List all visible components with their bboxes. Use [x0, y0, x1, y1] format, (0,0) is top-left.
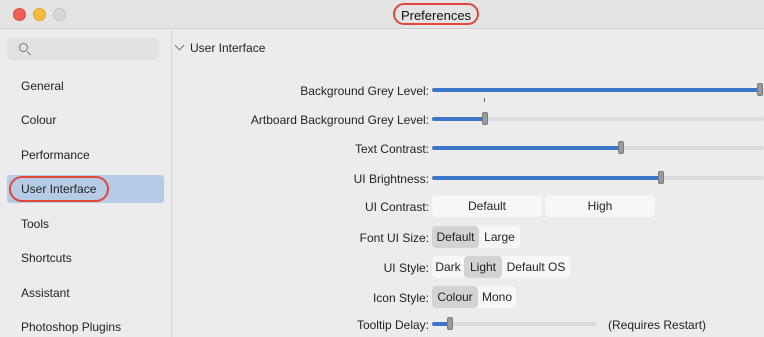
section-title: User Interface [190, 41, 266, 55]
title-highlight-ring: Preferences [393, 3, 479, 25]
background-grey-level-label: Background Grey Level: [300, 84, 429, 98]
chevron-down-icon[interactable] [174, 40, 185, 51]
sidebar-item-label: Photoshop Plugins [21, 320, 122, 334]
slider-thumb[interactable] [757, 83, 763, 96]
search-icon [19, 43, 28, 52]
ui-style-light-option[interactable]: Light [464, 256, 502, 278]
requires-restart-note: (Requires Restart) [608, 318, 707, 332]
slider-thumb[interactable] [618, 141, 624, 154]
slider-tick [484, 98, 485, 102]
option-label: Colour [437, 290, 473, 304]
sidebar-item-assistant[interactable]: Assistant [7, 279, 164, 307]
ui-contrast-high-button[interactable]: High [545, 195, 655, 217]
slider-fill [432, 146, 621, 150]
tooltip-delay-slider[interactable] [432, 317, 597, 331]
slider-thumb[interactable] [482, 112, 488, 125]
button-label: Default [467, 199, 507, 213]
font-ui-size-default-option[interactable]: Default [432, 226, 479, 248]
sidebar-item-colour[interactable]: Colour [7, 106, 164, 134]
font-ui-size-segmented-control: Default Large [432, 226, 520, 248]
button-label: High [587, 199, 613, 213]
sidebar-item-label: Shortcuts [21, 251, 72, 265]
ui-style-dark-option[interactable]: Dark [432, 256, 464, 278]
ui-contrast-default-button[interactable]: Default [432, 195, 542, 217]
icon-style-label: Icon Style: [372, 291, 429, 305]
font-ui-size-large-option[interactable]: Large [479, 226, 520, 248]
close-window-button[interactable] [13, 8, 26, 21]
sidebar-item-shortcuts[interactable]: Shortcuts [7, 244, 164, 272]
sidebar-item-photoshop-plugins[interactable]: Photoshop Plugins [7, 313, 164, 337]
sidebar-item-tools[interactable]: Tools [7, 210, 164, 238]
artboard-background-grey-level-label: Artboard Background Grey Level: [250, 113, 429, 127]
icon-style-mono-option[interactable]: Mono [478, 286, 516, 308]
option-label: Default [436, 230, 475, 244]
font-ui-size-label: Font UI Size: [359, 231, 429, 245]
slider-fill [432, 176, 661, 180]
sidebar-item-label: Assistant [21, 286, 70, 300]
preferences-panel: User Interface Background Grey Level: Ar… [173, 30, 764, 337]
search-input[interactable] [7, 38, 159, 60]
slider-fill [432, 88, 761, 92]
window-title: Preferences [400, 8, 472, 23]
slider-thumb[interactable] [658, 171, 664, 184]
text-contrast-slider[interactable] [432, 141, 764, 155]
sidebar-item-general[interactable]: General [7, 72, 164, 100]
sidebar-item-label: General [21, 79, 64, 93]
sidebar-item-label: User Interface [21, 182, 97, 196]
ui-style-label: UI Style: [383, 261, 429, 275]
tooltip-delay-label: Tooltip Delay: [356, 318, 429, 332]
slider-fill [432, 117, 485, 121]
ui-style-segmented-control: Dark Light Default OS [432, 256, 570, 278]
text-contrast-label: Text Contrast: [354, 142, 429, 156]
option-label: Mono [481, 290, 513, 304]
background-grey-level-slider[interactable] [432, 83, 764, 102]
sidebar-item-label: Performance [21, 148, 90, 162]
option-label: Dark [435, 260, 461, 274]
ui-brightness-slider[interactable] [432, 171, 764, 185]
sidebar-item-user-interface[interactable]: User Interface [7, 175, 164, 203]
ui-style-default-os-option[interactable]: Default OS [502, 256, 570, 278]
icon-style-segmented-control: Colour Mono [432, 286, 516, 308]
option-label: Light [469, 260, 497, 274]
slider-track [432, 322, 597, 326]
sidebar: General Colour Performance User Interfac… [0, 30, 172, 337]
sidebar-item-label: Tools [21, 217, 50, 231]
option-label: Default OS [506, 260, 566, 274]
sidebar-item-performance[interactable]: Performance [7, 141, 164, 169]
zoom-window-button[interactable] [53, 8, 66, 21]
sidebar-item-label: Colour [21, 113, 57, 127]
icon-style-colour-option[interactable]: Colour [432, 286, 478, 308]
minimize-window-button[interactable] [33, 8, 46, 21]
option-label: Large [484, 230, 515, 244]
artboard-background-grey-level-slider[interactable] [432, 112, 764, 126]
title-bar: Preferences [0, 0, 764, 29]
ui-contrast-label: UI Contrast: [364, 200, 429, 214]
slider-thumb[interactable] [447, 317, 453, 330]
ui-brightness-label: UI Brightness: [353, 172, 429, 186]
